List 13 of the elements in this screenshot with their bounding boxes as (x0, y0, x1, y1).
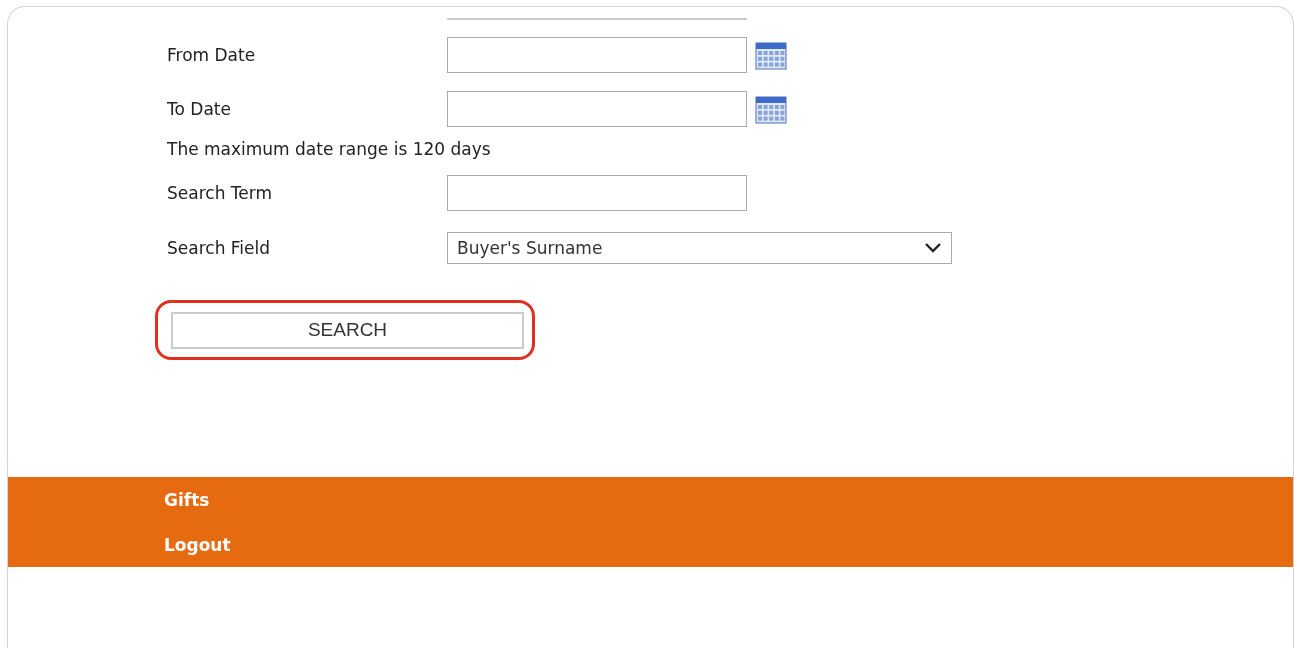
search-field-dropdown[interactable]: Buyer's Surname (447, 232, 952, 264)
date-range-note: The maximum date range is 120 days (167, 139, 492, 161)
field-label: From Date (167, 45, 257, 65)
search-button[interactable]: SEARCH (171, 311, 524, 349)
chevron-down-icon (924, 242, 942, 254)
input-field[interactable] (447, 175, 747, 211)
field-label: To Date (167, 99, 232, 119)
field-label: Search Term (167, 183, 273, 203)
calendar-icon[interactable] (755, 94, 787, 124)
input-field[interactable] (447, 91, 747, 127)
calendar-icon[interactable] (755, 40, 787, 70)
input-field[interactable] (447, 37, 747, 73)
field-label: Search Field (167, 238, 272, 258)
